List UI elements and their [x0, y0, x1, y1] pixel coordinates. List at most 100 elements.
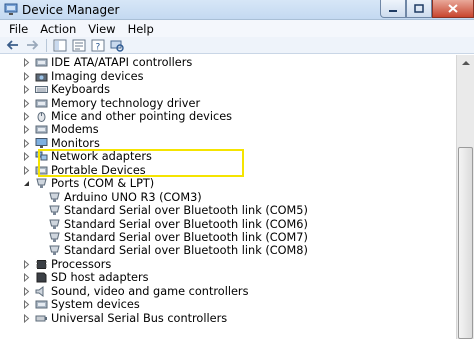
help-icon: ? [91, 39, 104, 52]
window-title: Device Manager [22, 3, 120, 17]
tree-category[interactable]: Modems [22, 123, 99, 136]
modem-icon [35, 125, 48, 134]
expand-arrow-icon[interactable] [22, 58, 31, 68]
toolbar-separator [46, 38, 47, 52]
close-icon [448, 4, 458, 13]
tree-item-label: Standard Serial over Bluetooth link (COM… [64, 231, 308, 245]
expand-arrow-icon[interactable] [22, 165, 31, 175]
scroll-up-button[interactable] [458, 55, 474, 71]
tree-category[interactable]: System devices [22, 298, 140, 311]
tree-category[interactable]: Keyboards [22, 83, 110, 96]
menu-file[interactable]: File [3, 22, 34, 36]
tree-category[interactable]: Memory technology driver [22, 96, 201, 110]
vertical-scrollbar[interactable] [456, 55, 474, 339]
expand-arrow-icon[interactable] [22, 259, 31, 269]
tree-device[interactable]: Standard Serial over Bluetooth link (COM… [48, 244, 308, 257]
speaker-icon [35, 285, 44, 297]
tree-category[interactable]: Ports (COM & LPT) [22, 177, 154, 190]
tree-category[interactable]: IDE ATA/ATAPI controllers [22, 56, 192, 69]
tree-item-label: Sound, video and game controllers [51, 284, 249, 298]
tree-item-label: Keyboards [51, 83, 110, 97]
tree-item-label: Imaging devices [51, 69, 144, 83]
forward-icon [26, 40, 38, 50]
tree-item-label: Monitors [51, 136, 100, 150]
keyboard-icon [35, 86, 48, 94]
tree-item-label: Memory technology driver [51, 96, 201, 110]
expand-arrow-icon[interactable] [22, 313, 31, 323]
highlight-box [38, 149, 244, 177]
mouse-icon [37, 111, 46, 122]
expand-arrow-icon[interactable] [22, 286, 31, 296]
maximize-icon [414, 4, 424, 13]
tree-view-icon [53, 39, 66, 51]
maximize-button[interactable] [406, 0, 432, 18]
expand-arrow-icon[interactable] [22, 85, 31, 95]
expand-arrow-icon[interactable] [22, 273, 31, 283]
processor-icon [36, 259, 47, 269]
properties-button[interactable] [70, 38, 87, 53]
port-icon [49, 219, 60, 229]
close-button[interactable] [432, 0, 474, 18]
scan-hardware-icon [110, 40, 124, 52]
show-hide-tree-button[interactable] [51, 38, 68, 53]
tree-item-label: Standard Serial over Bluetooth link (COM… [64, 244, 308, 258]
tree-category[interactable]: Processors [22, 258, 111, 271]
tree-item-label: Ports (COM & LPT) [51, 177, 155, 191]
back-button[interactable] [4, 38, 21, 53]
camera-icon [35, 73, 48, 82]
tree-device[interactable]: Standard Serial over Bluetooth link (COM… [48, 231, 308, 244]
scan-hardware-button[interactable] [108, 38, 125, 53]
monitor-icon [35, 137, 48, 148]
port-icon [36, 178, 47, 189]
tree-item-label: Standard Serial over Bluetooth link (COM… [64, 204, 308, 218]
expand-arrow-icon[interactable] [22, 125, 31, 135]
expand-arrow-icon[interactable] [22, 71, 31, 81]
tree-category[interactable]: SD host adapters [22, 271, 149, 284]
port-icon [49, 205, 60, 216]
tree-item-label: Arduino UNO R3 (COM3) [64, 190, 202, 204]
expand-arrow-icon[interactable] [22, 98, 31, 108]
properties-icon [72, 39, 85, 51]
ide-controller-icon [35, 58, 48, 67]
back-icon [6, 40, 18, 50]
menu-help[interactable]: Help [122, 22, 160, 36]
port-icon [49, 192, 60, 202]
forward-button[interactable] [23, 38, 40, 53]
tree-device[interactable]: Arduino UNO R3 (COM3) [48, 191, 202, 204]
minimize-icon [389, 9, 397, 12]
tree-category[interactable]: Imaging devices [22, 69, 144, 83]
minimize-button[interactable] [380, 0, 406, 18]
tree-item-label: Modems [51, 123, 99, 137]
expand-arrow-icon[interactable] [22, 111, 31, 121]
tree-device[interactable]: Standard Serial over Bluetooth link (COM… [48, 217, 308, 231]
tree-item-label: System devices [51, 298, 140, 312]
tree-category[interactable]: Mice and other pointing devices [22, 110, 232, 123]
tree-item-label: Universal Serial Bus controllers [51, 311, 228, 325]
scroll-up-arrow-icon [462, 61, 470, 65]
device-tree: IDE ATA/ATAPI controllers Imaging devices… [0, 55, 456, 339]
tree-item-label: Processors [51, 257, 112, 271]
tree-category[interactable]: Sound, video and game controllers [22, 285, 248, 298]
menu-bar: File Action View Help [0, 20, 474, 37]
collapse-arrow-icon[interactable] [22, 179, 31, 188]
menu-view[interactable]: View [82, 22, 121, 36]
expand-arrow-icon[interactable] [22, 152, 31, 162]
help-button[interactable]: ? [89, 38, 106, 53]
tree-item-label: Mice and other pointing devices [51, 109, 233, 123]
toolbar: ? [0, 37, 474, 54]
expand-arrow-icon[interactable] [22, 300, 31, 310]
usb-icon [35, 315, 47, 322]
tree-device[interactable]: Standard Serial over Bluetooth link (COM… [48, 204, 308, 217]
tree-item-label: SD host adapters [51, 271, 149, 285]
memory-icon [35, 99, 48, 108]
menu-action[interactable]: Action [34, 22, 82, 36]
tree-item-label: Standard Serial over Bluetooth link (COM… [64, 217, 308, 231]
svg-text:?: ? [95, 42, 100, 52]
system-device-icon [35, 300, 48, 309]
expand-arrow-icon[interactable] [22, 138, 31, 148]
tree-category[interactable]: Universal Serial Bus controllers [22, 312, 227, 325]
sd-card-icon [36, 272, 47, 283]
port-icon [49, 245, 60, 256]
tree-item-label: IDE ATA/ATAPI controllers [51, 56, 193, 70]
scroll-thumb[interactable] [458, 147, 473, 339]
